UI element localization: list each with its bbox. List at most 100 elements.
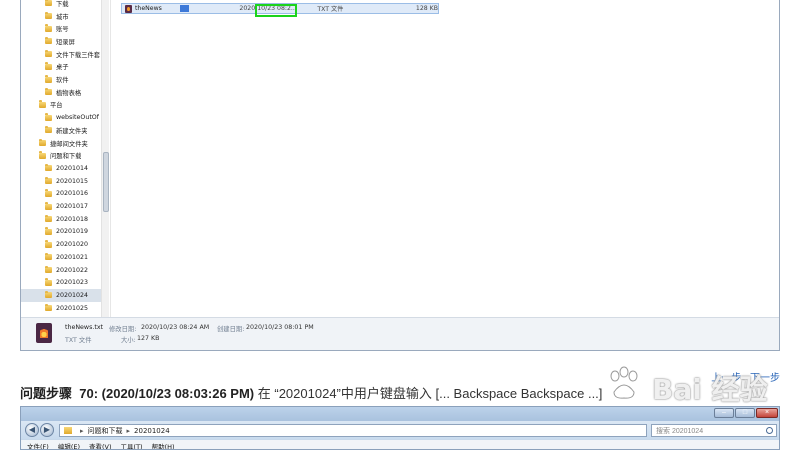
menu-file[interactable]: 文件(F) xyxy=(27,441,49,450)
folder-icon xyxy=(45,278,52,286)
nav-tree-item[interactable]: 平台 xyxy=(21,99,63,112)
nav-tree-item[interactable]: 问题和下载 xyxy=(21,149,81,162)
rename-input[interactable]: theNews xyxy=(135,5,180,12)
nav-tree-item[interactable]: 20201015 xyxy=(21,175,88,188)
nav-tree-item[interactable]: 20201023 xyxy=(21,276,88,289)
explorer-screenshot-top: 下载城市 账号短录屏文件下载三件套桌子 软件植物表格平台 websiteOutOf 新建… xyxy=(20,0,780,351)
folder-icon xyxy=(45,176,52,185)
nav-tree-item[interactable]: 20201019 xyxy=(21,226,88,239)
menu-edit[interactable]: 编辑(E) xyxy=(58,441,80,450)
nav-tree-label: 短录屏 xyxy=(56,38,75,46)
folder-icon xyxy=(45,252,52,261)
chevron-right-icon: ▸ xyxy=(80,426,84,435)
folder-icon xyxy=(45,62,52,70)
nav-tree-item[interactable]: 短录屏 xyxy=(21,35,75,48)
nav-tree-item[interactable]: 桌子 xyxy=(21,61,69,74)
folder-icon xyxy=(39,100,46,108)
search-input[interactable]: 搜索 20201024 xyxy=(651,424,777,437)
folder-icon xyxy=(45,189,52,197)
step-pager: 上一步 下一步 xyxy=(705,369,780,384)
prev-step-link[interactable]: 上一步 xyxy=(711,373,741,384)
nav-tree-item[interactable]: 新建文件夹 xyxy=(21,124,87,137)
txt-file-icon xyxy=(125,4,132,13)
nav-tree-item[interactable]: websiteOutOf xyxy=(21,111,99,124)
nav-tree-label: 平台 xyxy=(50,102,63,110)
search-icon[interactable] xyxy=(766,427,773,434)
folder-icon xyxy=(45,227,52,235)
nav-scrollbar[interactable] xyxy=(101,0,109,317)
nav-tree-item[interactable]: 20201020 xyxy=(21,238,88,251)
file-type: TXT 文件 xyxy=(317,6,344,13)
breadcrumb-item[interactable]: 20201024 xyxy=(134,427,170,435)
step-description: 问题步骤 70: (2020/10/23 08:03:26 PM) 在 “202… xyxy=(20,383,660,403)
details-size-value: 127 KB xyxy=(137,335,160,342)
folder-icon xyxy=(45,265,52,274)
nav-tree-label: websiteOutOf xyxy=(56,114,99,122)
folder-icon xyxy=(45,113,52,121)
explorer-screenshot-bottom: – □ × ◀ ▶ ▸ 问题和下载 ▸ 20201024 搜索 20201024… xyxy=(20,406,780,450)
nav-tree-label: 20201021 xyxy=(56,253,89,261)
folder-icon xyxy=(45,290,52,299)
nav-tree-label: 20201019 xyxy=(56,228,89,236)
nav-tree-item[interactable]: 文件下载三件套 xyxy=(21,48,100,61)
nav-tree-item[interactable]: 下载 xyxy=(21,0,69,10)
nav-tree-item[interactable]: 20201016 xyxy=(21,188,88,201)
details-created-label: 创建日期: xyxy=(217,326,245,333)
maximize-button[interactable]: □ xyxy=(735,408,755,418)
nav-tree-label: 20201024 xyxy=(56,291,89,299)
close-button[interactable]: × xyxy=(756,408,778,418)
folder-icon xyxy=(39,138,46,147)
nav-tree-item[interactable]: 20201018 xyxy=(21,213,88,226)
next-step-link[interactable]: 下一步 xyxy=(750,373,780,384)
step-number-time: 70: (2020/10/23 08:03:26 PM) xyxy=(79,386,255,401)
nav-tree-label: 20201018 xyxy=(56,215,89,223)
address-bar[interactable]: ▸ 问题和下载 ▸ 20201024 xyxy=(59,424,647,437)
nav-tree-label: 20201025 xyxy=(56,304,89,312)
nav-tree-label: 植物表格 xyxy=(56,89,82,97)
folder-icon xyxy=(45,163,52,172)
nav-tree-item[interactable]: 城市 xyxy=(21,10,69,23)
minimize-button[interactable]: – xyxy=(714,408,734,418)
nav-tree-item[interactable]: 软件 xyxy=(21,73,69,86)
nav-tree-label: 文件下载三件套 xyxy=(56,51,101,59)
step-text: 在 “20201024”中用户键盘输入 [... Backspace Backs… xyxy=(257,386,603,401)
file-large-icon xyxy=(36,323,52,343)
nav-tree-label: 捷邮间文件夹 xyxy=(50,140,88,148)
nav-tree-item[interactable]: 20201017 xyxy=(21,200,88,213)
nav-tree-label: 新建文件夹 xyxy=(56,127,88,135)
menu-help[interactable]: 帮助(H) xyxy=(152,441,175,450)
nav-tree-label: 下载 xyxy=(56,0,69,8)
nav-tree-item[interactable]: 20201024 xyxy=(21,289,109,302)
search-placeholder: 搜索 20201024 xyxy=(656,427,704,435)
details-modified-label: 修改日期: xyxy=(109,326,137,333)
folder-icon xyxy=(45,240,52,248)
nav-tree-item[interactable]: 账号 xyxy=(21,22,69,35)
nav-tree-item[interactable]: 20201022 xyxy=(21,264,88,277)
details-filename: theNews.txt xyxy=(65,324,104,331)
details-type: TXT 文件 xyxy=(65,337,92,344)
folder-icon xyxy=(45,11,52,20)
folder-icon xyxy=(45,36,52,45)
menu-tools[interactable]: 工具(T) xyxy=(121,441,143,450)
window-titlebar: – □ × xyxy=(21,407,779,421)
nav-tree-label: 20201014 xyxy=(56,164,89,172)
pane-divider[interactable] xyxy=(110,0,111,317)
text-selection-caret xyxy=(180,5,190,12)
nav-tree-label: 20201016 xyxy=(56,190,89,198)
forward-button[interactable]: ▶ xyxy=(40,423,54,437)
nav-scrollbar-thumb[interactable] xyxy=(103,152,109,212)
folder-icon xyxy=(45,49,52,58)
details-modified-value: 2020/10/23 08:24 AM xyxy=(141,324,210,331)
breadcrumb-item[interactable]: 问题和下载 xyxy=(88,426,123,436)
chevron-right-icon: ▸ xyxy=(126,426,131,435)
nav-tree-item[interactable]: 20201021 xyxy=(21,251,88,264)
nav-tree-item[interactable]: 植物表格 xyxy=(21,86,81,99)
nav-tree-item[interactable]: 捷邮间文件夹 xyxy=(21,137,88,150)
details-size-label: 大小: xyxy=(121,337,136,344)
menu-view[interactable]: 查看(V) xyxy=(89,441,112,450)
nav-tree-item[interactable]: 20201025 xyxy=(21,302,88,315)
step-prefix: 问题步骤 xyxy=(20,386,73,401)
nav-tree-item[interactable]: 20201014 xyxy=(21,162,88,175)
folder-icon xyxy=(45,0,52,7)
back-button[interactable]: ◀ xyxy=(25,423,39,437)
